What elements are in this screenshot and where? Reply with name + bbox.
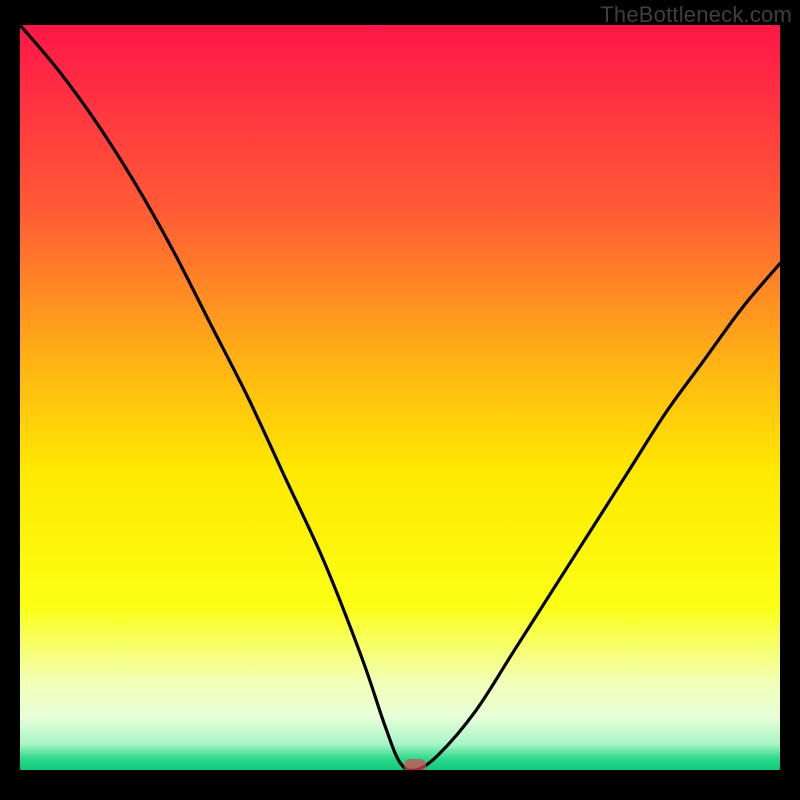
gradient-background <box>20 25 780 770</box>
watermark-label: TheBottleneck.com <box>600 2 792 28</box>
plot-area <box>20 25 780 770</box>
bottleneck-marker <box>404 759 426 770</box>
chart-frame: TheBottleneck.com <box>0 0 800 800</box>
bottleneck-chart <box>20 25 780 770</box>
